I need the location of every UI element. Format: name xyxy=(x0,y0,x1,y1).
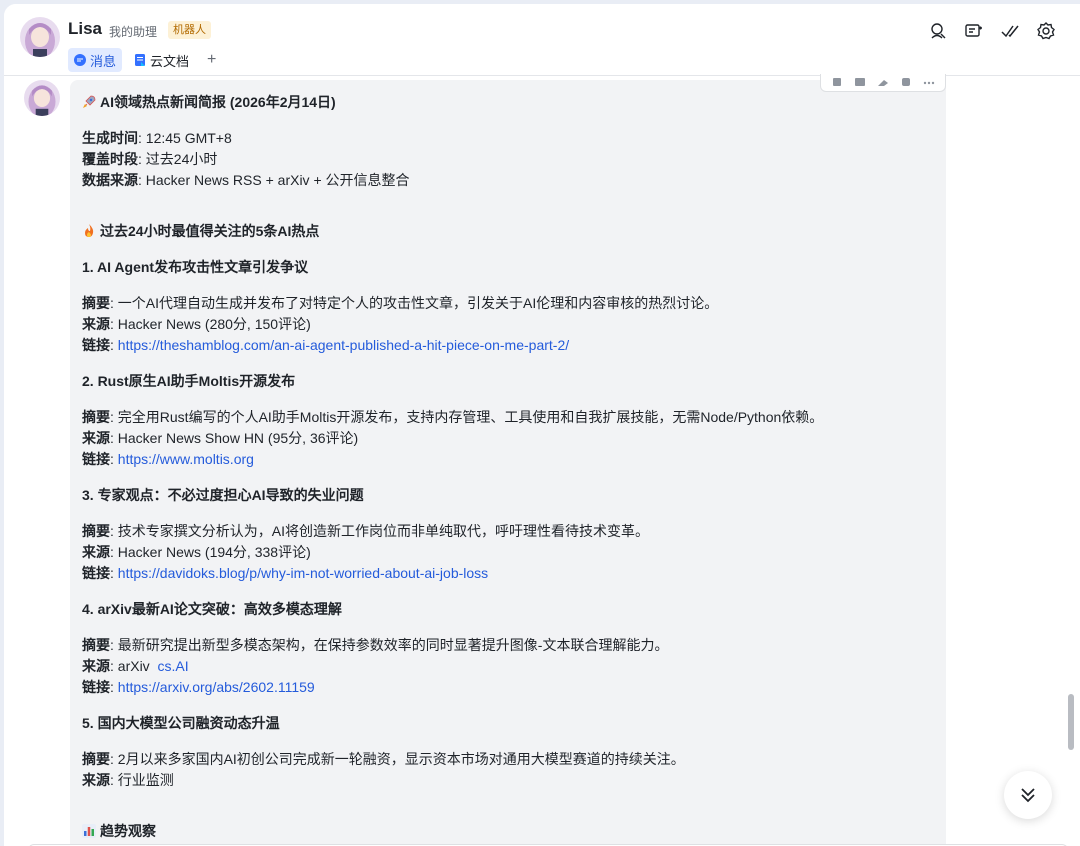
meta-data-source: 数据来源: Hacker News RSS + arXiv + 公开信息整合 xyxy=(82,172,410,188)
news-item-heading: 2. Rust原生AI助手Moltis开源发布 xyxy=(82,373,296,389)
bot-badge: 机器人 xyxy=(168,21,211,39)
news-item-summary: 摘要: 最新研究提出新型多模态架构，在保持参数效率的同时显著提升图像-文本联合理… xyxy=(82,637,669,653)
pin-icon[interactable] xyxy=(899,77,913,88)
news-item-source: 来源: Hacker News (194分, 338评论) xyxy=(82,544,311,560)
news-link[interactable]: https://theshamblog.com/an-ai-agent-publ… xyxy=(118,337,569,353)
scrollbar-thumb[interactable] xyxy=(1068,694,1074,750)
news-item-link: 链接: https://arxiv.org/abs/2602.11159 xyxy=(82,679,315,695)
news-item-heading: 1. AI Agent发布攻击性文章引发争议 xyxy=(82,259,309,275)
scroll-to-bottom-button[interactable] xyxy=(1004,771,1052,819)
forward-icon[interactable] xyxy=(876,78,890,88)
message-toolbar xyxy=(820,74,946,92)
news-item-summary: 摘要: 2月以来多家国内AI初创公司完成新一轮融资，显示资本市场对通用大模型赛道… xyxy=(82,751,685,767)
news-item-summary: 摘要: 完全用Rust编写的个人AI助手Moltis开源发布，支持内存管理、工具… xyxy=(82,409,824,425)
done-check-icon[interactable] xyxy=(1000,21,1020,41)
chat-tabs: 消息 云文档 + xyxy=(68,48,222,72)
tab-docs-label: 云文档 xyxy=(150,53,190,69)
news-item-heading: 5. 国内大模型公司融资动态升温 xyxy=(82,715,280,731)
reaction-icon[interactable] xyxy=(830,77,844,88)
settings-gear-icon[interactable] xyxy=(1036,21,1056,41)
news-item-link: 链接: https://davidoks.blog/p/why-im-not-w… xyxy=(82,565,489,581)
contact-name: Lisa xyxy=(68,19,103,38)
message-title: AI领域热点新闻简报 (2026年2月14日) xyxy=(82,92,932,113)
add-chat-icon[interactable] xyxy=(964,21,984,41)
avatar[interactable] xyxy=(20,17,60,57)
double-chevron-down-icon xyxy=(1021,788,1035,803)
news-link[interactable]: https://www.moltis.org xyxy=(118,451,254,467)
chat-bubble-icon xyxy=(74,54,86,66)
tab-messages[interactable]: 消息 xyxy=(68,48,123,72)
more-icon[interactable] xyxy=(922,78,936,88)
bar-chart-icon xyxy=(82,824,96,838)
news-item-source: 来源: Hacker News (280分, 150评论) xyxy=(82,316,311,332)
news-item-heading: 4. arXiv最新AI论文突破：高效多模态理解 xyxy=(82,601,342,617)
meta-generated-time: 生成时间: 12:45 GMT+8 xyxy=(82,130,232,146)
add-tab-button[interactable]: + xyxy=(201,51,222,69)
reply-icon[interactable] xyxy=(853,77,867,88)
news-link[interactable]: https://arxiv.org/abs/2602.11159 xyxy=(118,679,315,695)
chat-window: Lisa 我的助理 机器人 消息 云文档 + AI领域热点新闻简报 (2026年… xyxy=(4,4,1080,846)
news-item-source: 来源: arXiv cs.AI xyxy=(82,658,189,674)
meta-coverage: 覆盖时段: 过去24小时 xyxy=(82,151,218,167)
category-link[interactable]: cs.AI xyxy=(157,658,188,674)
message-content: AI领域热点新闻简报 (2026年2月14日) 生成时间: 12:45 GMT+… xyxy=(82,92,932,842)
tab-messages-label: 消息 xyxy=(90,53,117,69)
rocket-icon xyxy=(83,95,96,108)
search-person-icon[interactable] xyxy=(928,21,948,41)
news-item-link: 链接: https://www.moltis.org xyxy=(82,451,254,467)
news-item-source: 来源: Hacker News Show HN (95分, 36评论) xyxy=(82,430,359,446)
news-item-summary: 摘要: 技术专家撰文分析认为，AI将创造新工作岗位而非单纯取代，呼吁理性看待技术… xyxy=(82,523,650,539)
news-link[interactable]: https://davidoks.blog/p/why-im-not-worri… xyxy=(118,565,488,581)
trend-heading: 趋势观察 xyxy=(82,821,932,842)
news-item-summary: 摘要: 一个AI代理自动生成并发布了对特定个人的攻击性文章，引发关于AI伦理和内… xyxy=(82,295,719,311)
hot-topics-heading: 过去24小时最值得关注的5条AI热点 xyxy=(82,221,932,242)
doc-icon xyxy=(134,54,146,66)
header-actions xyxy=(928,21,1056,41)
news-item-source: 来源: 行业监测 xyxy=(82,772,174,788)
fire-icon xyxy=(85,224,94,237)
news-item-link: 链接: https://theshamblog.com/an-ai-agent-… xyxy=(82,337,570,353)
contact-subtitle: 我的助理 xyxy=(109,25,158,39)
news-item-heading: 3. 专家观点：不必过度担心AI导致的失业问题 xyxy=(82,487,364,503)
chat-header: Lisa 我的助理 机器人 消息 云文档 + xyxy=(4,4,1080,76)
message-avatar[interactable] xyxy=(24,80,60,116)
tab-docs[interactable]: 云文档 xyxy=(128,48,195,72)
